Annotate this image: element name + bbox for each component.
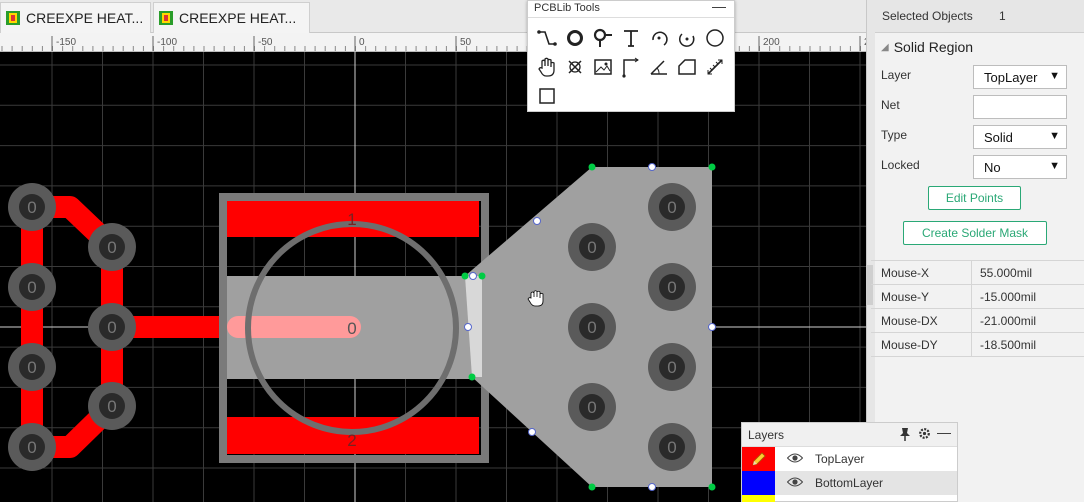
- via-label: 0: [667, 278, 676, 297]
- layer-select[interactable]: TopLayer ▼: [973, 65, 1067, 89]
- image-icon[interactable]: [591, 55, 615, 79]
- chevron-down-icon: ▼: [1049, 70, 1060, 82]
- via-label: 0: [27, 278, 36, 297]
- layers-title: Layers: [748, 428, 785, 442]
- pad-label-2: 2: [347, 431, 356, 450]
- via-label: 0: [27, 438, 36, 457]
- layer-color-swatch: [742, 495, 775, 502]
- chevron-down-icon: ▼: [1049, 130, 1060, 142]
- ruler-label: -100: [157, 37, 177, 48]
- ruler-label: 200: [763, 37, 780, 48]
- region-title: Solid Region: [893, 39, 974, 55]
- circle-icon[interactable]: [703, 26, 727, 50]
- layer-row-toplayer[interactable]: TopLayer: [742, 447, 957, 471]
- arc-icon[interactable]: [647, 26, 671, 50]
- edit-points-button[interactable]: Edit Points: [928, 186, 1021, 210]
- tab-bar: CREEXPE HEAT... CREEXPE HEAT...: [0, 0, 866, 33]
- rectangle-icon[interactable]: [535, 84, 559, 108]
- via-label: 0: [27, 358, 36, 377]
- measure-icon[interactable]: [703, 55, 727, 79]
- selected-objects-label: Selected Objects: [882, 9, 973, 23]
- create-solder-mask-button[interactable]: Create Solder Mask: [903, 221, 1047, 245]
- layer-label: Layer: [881, 68, 912, 82]
- table-row: Mouse-DX -21.000mil: [871, 309, 1084, 333]
- ruler-label: 0: [359, 37, 365, 48]
- type-label: Type: [881, 128, 908, 142]
- via-label: 0: [667, 358, 676, 377]
- hand-icon[interactable]: [535, 55, 559, 79]
- pad-label-center: 0: [347, 319, 356, 338]
- type-select[interactable]: Solid ▼: [973, 125, 1067, 149]
- eye-icon[interactable]: [783, 452, 807, 466]
- layer-row-bottomlayer[interactable]: BottomLayer: [742, 471, 957, 495]
- via-label: 0: [107, 318, 116, 337]
- net-input[interactable]: [973, 95, 1067, 119]
- layer-color-swatch: [742, 471, 775, 495]
- pcb-footprint-icon: [159, 11, 173, 25]
- pcb-footprint-icon: [6, 11, 20, 25]
- layer-name: TopLayer: [815, 452, 865, 466]
- eye-icon[interactable]: [783, 476, 807, 490]
- horizontal-ruler: -150-100-5005010015020025: [0, 33, 866, 52]
- pcblib-tools-panel: PCBLib Tools —: [527, 0, 735, 112]
- tab-label: CREEXPE HEAT...: [26, 10, 144, 26]
- via-label: 0: [587, 318, 596, 337]
- locked-label: Locked: [881, 158, 920, 172]
- via-label: 0: [587, 238, 596, 257]
- gear-icon[interactable]: [918, 427, 931, 443]
- wire-icon[interactable]: [535, 26, 559, 50]
- pcb-canvas[interactable]: 0 0 0 0 0 0 0 0 0 0 0 0 0 0 0 1 2: [0, 52, 866, 502]
- collapse-triangle-icon[interactable]: ◢: [881, 42, 889, 53]
- ruler-label: -150: [56, 37, 76, 48]
- solid-region-header[interactable]: ◢ Solid Region: [875, 34, 1084, 60]
- locked-select[interactable]: No ▼: [973, 155, 1067, 179]
- pad-label-1: 1: [347, 210, 356, 229]
- ruler-label: 50: [460, 37, 472, 48]
- minimize-button[interactable]: —: [712, 0, 726, 14]
- pin-icon[interactable]: [899, 427, 911, 444]
- table-row: Mouse-Y -15.000mil: [871, 285, 1084, 309]
- via-label: 0: [107, 397, 116, 416]
- mouse-coordinates-table: Mouse-X 55.000mil Mouse-Y -15.000mil Mouse…: [871, 260, 1084, 357]
- selected-objects-count: 1: [999, 9, 1006, 23]
- pad-icon[interactable]: [563, 26, 587, 50]
- minimize-icon[interactable]: —: [937, 424, 951, 440]
- tab-label: CREEXPE HEAT...: [179, 10, 297, 26]
- via-label: 0: [587, 398, 596, 417]
- via-label: 0: [27, 198, 36, 217]
- arc-center-icon[interactable]: [675, 26, 699, 50]
- fill-icon[interactable]: [563, 55, 587, 79]
- region-icon[interactable]: [675, 55, 699, 79]
- chevron-down-icon: ▼: [1049, 160, 1060, 172]
- tab-document-1[interactable]: CREEXPE HEAT...: [0, 2, 151, 33]
- via-label: 0: [667, 198, 676, 217]
- layers-panel: Layers — TopLayer BottomLayer: [741, 422, 958, 502]
- ruler-label: -50: [258, 37, 273, 48]
- net-label: Net: [881, 98, 900, 112]
- tab-document-2[interactable]: CREEXPE HEAT...: [153, 2, 310, 33]
- selected-objects-row: Selected Objects 1: [875, 0, 1084, 33]
- layer-name: BottomLayer: [815, 476, 884, 490]
- table-row: Mouse-X 55.000mil: [871, 261, 1084, 285]
- via-icon[interactable]: [591, 26, 615, 50]
- dimension-icon[interactable]: [619, 55, 643, 79]
- via-label: 0: [667, 438, 676, 457]
- via-label: 0: [107, 238, 116, 257]
- angle-icon[interactable]: [647, 55, 671, 79]
- table-row: Mouse-DY -18.500mil: [871, 333, 1084, 357]
- text-icon[interactable]: [619, 26, 643, 50]
- tools-title: PCBLib Tools: [534, 2, 600, 14]
- pencil-icon: [742, 447, 775, 471]
